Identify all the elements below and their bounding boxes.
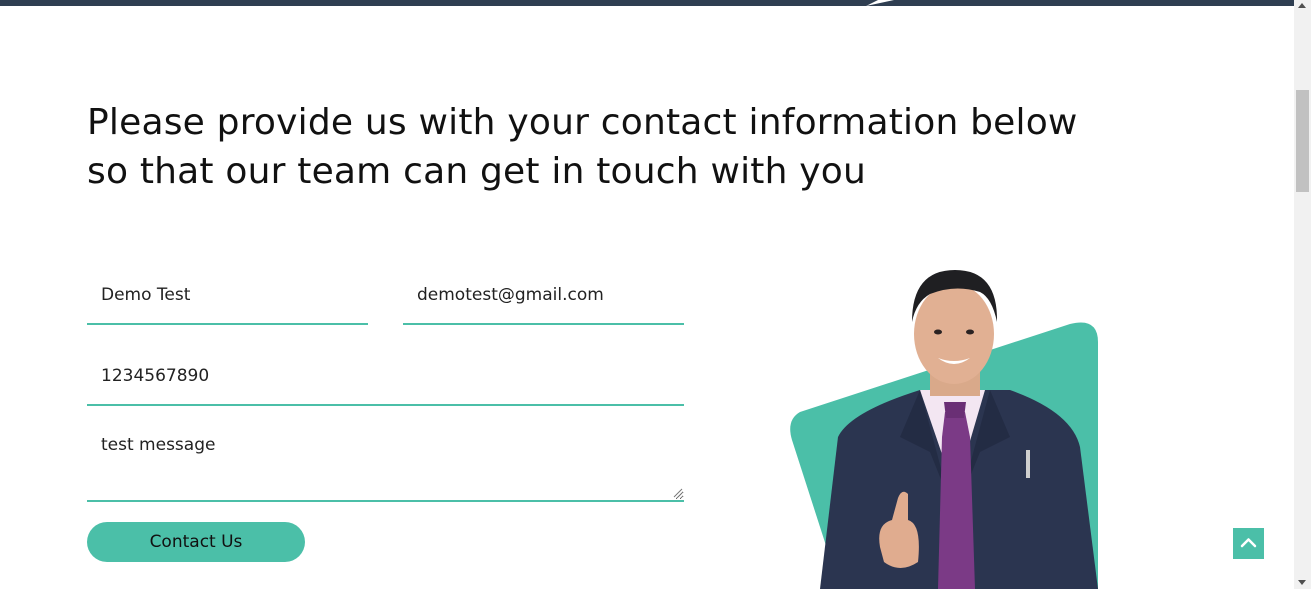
contact-us-button[interactable]: Contact Us [87, 522, 305, 562]
header-accent-shape [866, 0, 894, 6]
contact-page: Please provide us with your contact info… [0, 0, 1311, 589]
page-heading: Please provide us with your contact info… [87, 98, 1187, 196]
resize-grip-icon[interactable] [672, 487, 683, 498]
header-bar [0, 0, 1294, 6]
name-field[interactable] [87, 266, 368, 325]
scrollbar-thumb[interactable] [1296, 90, 1309, 192]
message-field[interactable]: test message [87, 425, 684, 502]
back-to-top-button[interactable] [1233, 528, 1264, 559]
email-field[interactable] [403, 266, 684, 325]
page-scrollbar[interactable] [1294, 0, 1311, 589]
scroll-up-arrow-icon[interactable] [1298, 3, 1306, 8]
heading-line-1: Please provide us with your contact info… [87, 102, 1078, 143]
heading-line-2: so that our team can get in touch with y… [87, 151, 867, 192]
businessman-thumbs-up-image [790, 270, 1098, 589]
phone-field[interactable] [87, 347, 684, 406]
scroll-down-arrow-icon[interactable] [1298, 580, 1306, 585]
chevron-up-icon [1240, 538, 1257, 548]
